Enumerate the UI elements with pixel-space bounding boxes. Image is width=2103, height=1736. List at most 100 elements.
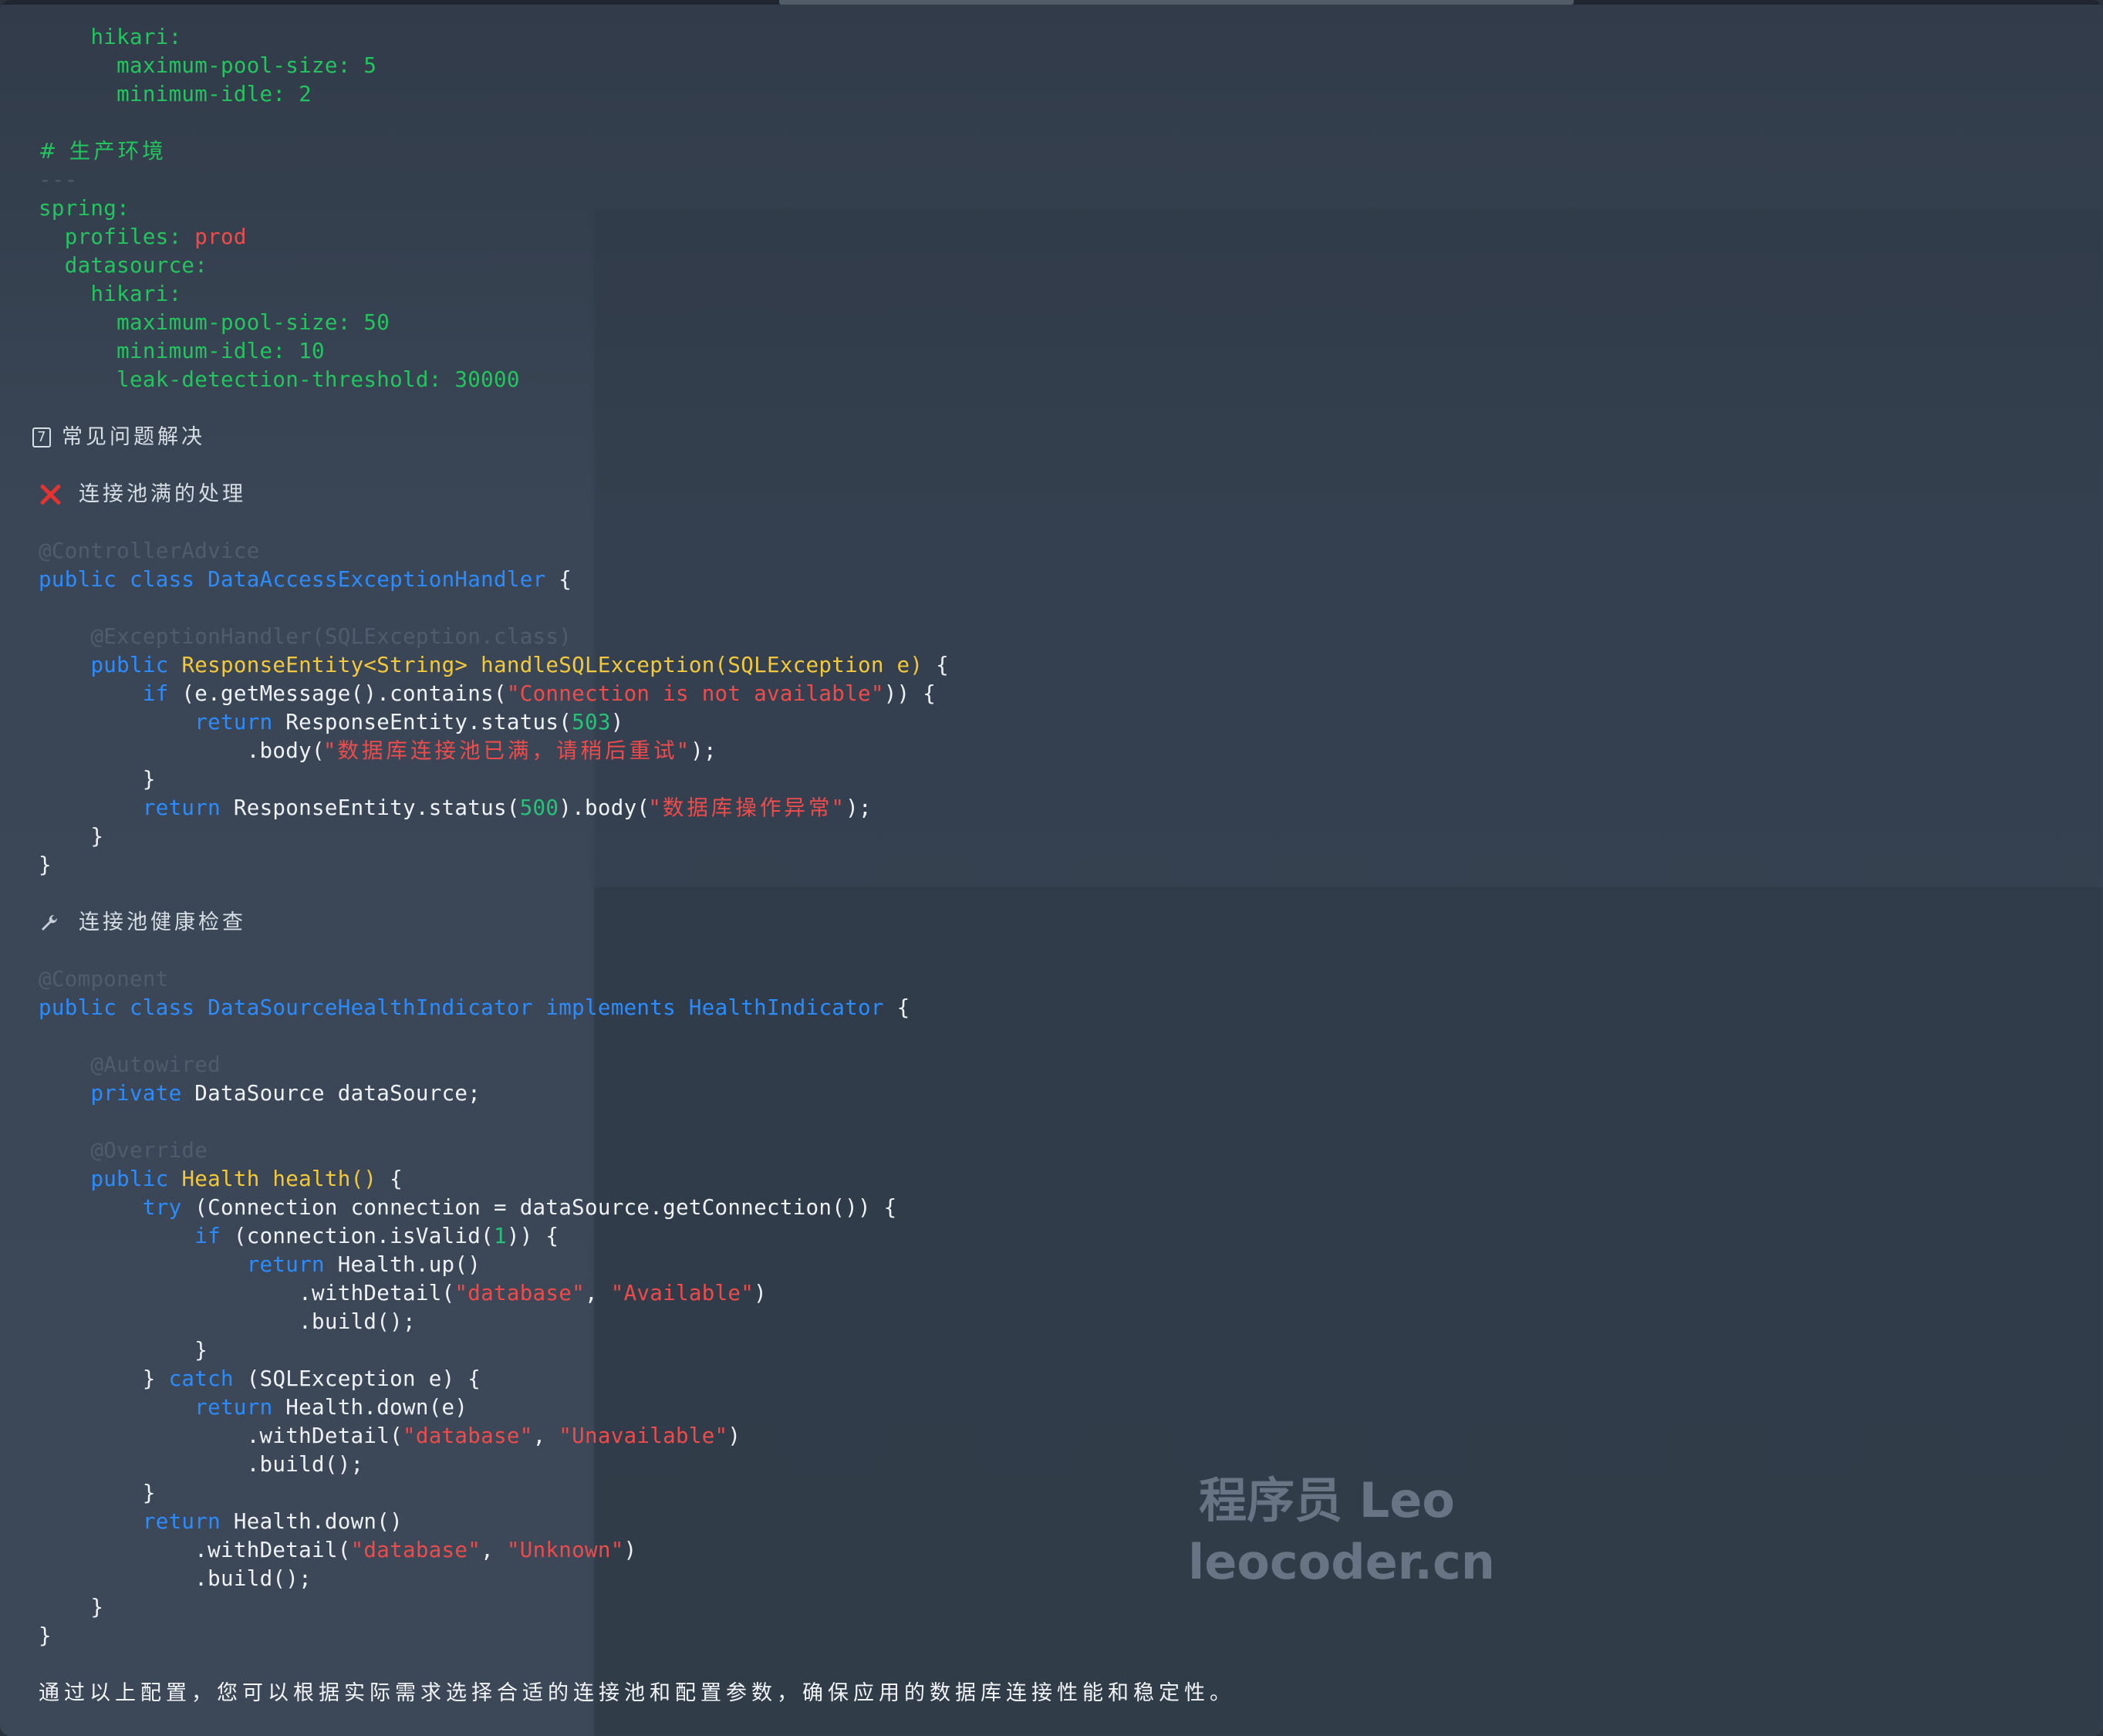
watermark-line-1: 程序员 Leo — [1199, 1472, 1455, 1528]
yaml-line: minimum-idle: 2 — [39, 80, 2072, 109]
code-text: ResponseEntity.status( — [221, 795, 520, 820]
keyword: public — [90, 1167, 169, 1191]
code-line: public class DataSourceHealthIndicator i… — [39, 994, 2072, 1022]
code-text: Health.down(e) — [272, 1395, 468, 1420]
code-line: return ResponseEntity.status(503) — [39, 708, 2072, 737]
code-text: Health.up() — [324, 1252, 481, 1277]
section-heading-faq: 7 常见问题解决 — [32, 423, 2072, 451]
code-line: .withDetail("database", "Available") — [39, 1279, 2072, 1308]
keyword: implements — [545, 995, 677, 1020]
code-line: @ControllerAdvice — [39, 537, 2072, 566]
code-text: { — [883, 995, 910, 1020]
keyword: if — [194, 1224, 221, 1248]
code-line: .withDetail("database", "Unavailable") — [39, 1422, 2072, 1451]
keyword: return — [246, 1252, 325, 1277]
yaml-separator: --- — [39, 167, 78, 192]
code-line: @ExceptionHandler(SQLException.class) — [39, 623, 2072, 651]
class-name: DataSourceHealthIndicator — [208, 995, 533, 1020]
code-line: } — [39, 1622, 2072, 1650]
keyword: try — [142, 1195, 182, 1220]
scroll-indicator[interactable] — [779, 0, 1574, 5]
keyword: public — [39, 567, 117, 592]
keyword: return — [194, 710, 273, 735]
yaml-key: profiles: — [64, 225, 195, 249]
code-text: .body( — [246, 738, 325, 763]
keyword: public — [90, 653, 169, 677]
yaml-key: hikari: — [90, 25, 182, 49]
code-line: } catch (SQLException e) { — [39, 1365, 2072, 1393]
code-text: (Connection connection = dataSource.getC… — [181, 1195, 897, 1220]
red-x-icon — [39, 483, 62, 506]
string-literal: "Connection is not available" — [506, 681, 884, 706]
code-text: , — [532, 1424, 559, 1448]
section-title: 常见问题解决 — [62, 425, 205, 449]
code-text: .build(); — [299, 1309, 416, 1334]
code-text: (e.getMessage().contains( — [168, 681, 507, 706]
number-literal: 1 — [493, 1224, 507, 1248]
yaml-line: hikari: — [39, 280, 2072, 309]
annotation: @ExceptionHandler(SQLException.class) — [90, 624, 572, 649]
code-text: Health.down() — [221, 1509, 403, 1534]
code-line: private DataSource dataSource; — [39, 1079, 2072, 1108]
code-line: .body("数据库连接池已满，请稍后重试"); — [39, 737, 2072, 765]
footer-paragraph: 通过以上配置，您可以根据实际需求选择合适的连接池和配置参数，确保应用的数据库连接… — [39, 1679, 2072, 1707]
section-heading-pool-full: 连接池满的处理 — [39, 480, 2072, 508]
code-line: return ResponseEntity.status(500).body("… — [39, 794, 2072, 822]
code-text: } — [39, 1623, 52, 1648]
code-line: if (e.getMessage().contains("Connection … — [39, 680, 2072, 708]
method-signature: ResponseEntity<String> handleSQLExceptio… — [181, 653, 923, 677]
code-text: ); — [846, 795, 872, 820]
yaml-key: minimum-idle: 2 — [116, 82, 312, 106]
code-line: .build(); — [39, 1565, 2072, 1593]
article-content: hikari: maximum-pool-size: 5 minimum-idl… — [32, 23, 2072, 1707]
number-literal: 503 — [572, 710, 611, 735]
code-text: } — [142, 1366, 169, 1391]
code-text: (connection.isValid( — [221, 1224, 494, 1248]
yaml-line: minimum-idle: 10 — [39, 337, 2072, 366]
yaml-line: maximum-pool-size: 50 — [39, 309, 2072, 337]
code-text: .build(); — [246, 1452, 364, 1477]
seven-icon: 7 — [32, 427, 51, 448]
code-line: public Health health() { — [39, 1165, 2072, 1194]
keyword: class — [130, 567, 195, 592]
section-title: 连接池健康检查 — [79, 910, 246, 934]
yaml-line: maximum-pool-size: 5 — [39, 52, 2072, 80]
code-text: } — [90, 824, 104, 849]
string-literal: "数据库操作异常" — [650, 795, 846, 820]
interface-name: HealthIndicator — [688, 995, 884, 1020]
string-literal: "database" — [350, 1538, 481, 1562]
keyword: return — [142, 795, 221, 820]
annotation: @ControllerAdvice — [39, 539, 260, 563]
yaml-line: leak-detection-threshold: 30000 — [39, 366, 2072, 394]
code-text: ); — [690, 738, 717, 763]
string-literal: "Unknown" — [506, 1538, 624, 1562]
code-text: , — [481, 1538, 507, 1562]
code-text: ResponseEntity.status( — [272, 710, 572, 735]
window-top-bar — [0, 0, 2103, 5]
annotation: @Autowired — [90, 1052, 221, 1077]
code-text: } — [194, 1338, 208, 1363]
code-line: return Health.down(e) — [39, 1393, 2072, 1422]
code-text: ) — [727, 1424, 741, 1448]
yaml-key: datasource: — [64, 253, 208, 278]
code-line: } — [39, 822, 2072, 851]
keyword: catch — [168, 1366, 234, 1391]
string-literal: "database" — [454, 1281, 585, 1305]
code-text: , — [585, 1281, 611, 1305]
yaml-line: datasource: — [39, 252, 2072, 280]
yaml-value: prod — [194, 225, 247, 249]
code-text: } — [39, 853, 52, 877]
keyword: return — [194, 1395, 273, 1420]
watermark: 程序员 Leo leocoder.cn — [1188, 1470, 1495, 1593]
string-literal: "Available" — [610, 1281, 754, 1305]
yaml-line: hikari: — [39, 23, 2072, 52]
annotation: @Component — [39, 967, 169, 991]
code-text: .build(); — [194, 1566, 312, 1591]
code-line: public ResponseEntity<String> handleSQLE… — [39, 651, 2072, 680]
